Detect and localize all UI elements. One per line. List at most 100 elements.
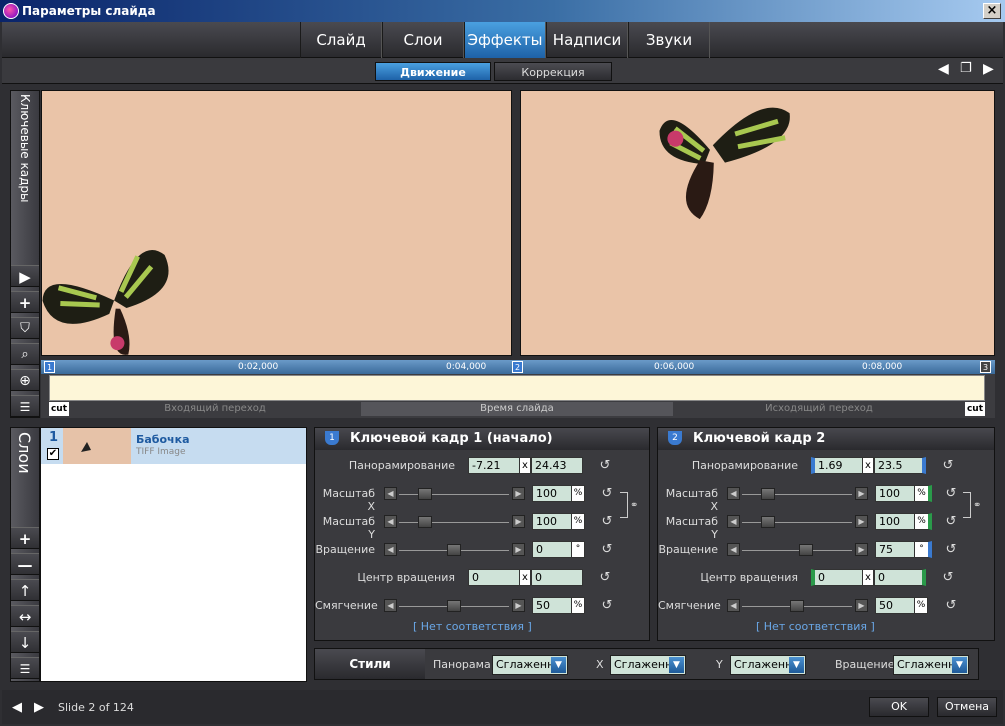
slider-left-icon[interactable]: ◀ — [727, 515, 740, 528]
zoom-frame-icon[interactable]: ⌕ — [11, 343, 39, 365]
scale-y-input[interactable]: 100 — [532, 513, 572, 530]
rotation-thumb[interactable] — [799, 544, 813, 556]
scale-y-thumb[interactable] — [418, 516, 432, 528]
reset-icon[interactable]: ↺ — [944, 543, 958, 557]
tab-effects[interactable]: Эффекты — [464, 22, 546, 58]
remove-layer-icon[interactable]: — — [11, 553, 39, 575]
layer-visible-checkbox[interactable]: ✔ — [47, 448, 59, 460]
center-y-input[interactable]: 0 — [874, 569, 926, 586]
reset-icon[interactable]: ↺ — [944, 599, 958, 613]
slider-right-icon[interactable]: ▶ — [512, 487, 525, 500]
smooth-input[interactable]: 50 — [875, 597, 915, 614]
reset-icon[interactable]: ↺ — [598, 459, 612, 473]
smooth-input[interactable]: 50 — [532, 597, 572, 614]
next-slide-icon[interactable]: ▶ — [34, 700, 44, 715]
reset-icon[interactable]: ↺ — [944, 487, 958, 501]
slider-right-icon[interactable]: ▶ — [512, 515, 525, 528]
slider-left-icon[interactable]: ◀ — [384, 543, 397, 556]
arrow-right-icon[interactable]: ▶ — [983, 62, 994, 76]
reset-icon[interactable]: ↺ — [600, 543, 614, 557]
tab-captions[interactable]: Надписи — [546, 22, 628, 58]
rotation-slider[interactable] — [742, 550, 852, 551]
slider-left-icon[interactable]: ◀ — [727, 487, 740, 500]
chevron-down-icon[interactable]: ▼ — [669, 657, 684, 673]
smooth-thumb[interactable] — [447, 600, 461, 612]
link-scale-icon[interactable]: ⚭ — [973, 500, 981, 511]
close-button[interactable]: × — [983, 3, 1001, 19]
rotation-thumb[interactable] — [447, 544, 461, 556]
edit-layer-icon[interactable]: ☰ — [11, 657, 39, 679]
cut-in-button[interactable]: cut — [49, 402, 69, 416]
tab-layers[interactable]: Слои — [382, 22, 464, 58]
move-up-icon[interactable]: ↑ — [11, 579, 39, 601]
reset-icon[interactable]: ↺ — [941, 459, 955, 473]
pan-y-input[interactable]: 24.43 — [531, 457, 583, 474]
smooth-thumb[interactable] — [790, 600, 804, 612]
window-restore-icon[interactable]: ❐ — [960, 62, 972, 76]
scale-x-thumb[interactable] — [418, 488, 432, 500]
scale-x-slider[interactable] — [742, 494, 852, 495]
scale-x-input[interactable]: 100 — [532, 485, 572, 502]
link-scale-icon[interactable]: ⚭ — [630, 500, 638, 511]
chevron-down-icon[interactable]: ▼ — [952, 657, 967, 673]
add-layer-icon[interactable]: + — [11, 527, 39, 549]
scale-y-slider[interactable] — [399, 522, 509, 523]
add-keyframe-icon[interactable]: + — [11, 291, 39, 313]
slider-right-icon[interactable]: ▶ — [512, 543, 525, 556]
slider-left-icon[interactable]: ◀ — [727, 543, 740, 556]
chevron-down-icon[interactable]: ▼ — [551, 657, 566, 673]
cancel-button[interactable]: Отмена — [937, 697, 997, 717]
reset-icon[interactable]: ↺ — [600, 599, 614, 613]
prev-slide-icon[interactable]: ◀ — [12, 700, 22, 715]
rotation-style-select[interactable]: Сглаженн ▼ — [893, 655, 969, 675]
subtab-motion[interactable]: Движение — [375, 62, 491, 81]
no-match-link[interactable]: [ Нет соответствия ] — [413, 620, 532, 633]
slider-right-icon[interactable]: ▶ — [855, 599, 868, 612]
keyframe-marker-2[interactable]: 2 — [512, 361, 523, 373]
zoom-icon[interactable]: ⊕ — [11, 369, 39, 391]
reset-icon[interactable]: ↺ — [600, 515, 614, 529]
x-style-select[interactable]: Сглаженн ▼ — [610, 655, 686, 675]
play-icon[interactable]: ▶ — [11, 265, 39, 287]
preview-start[interactable] — [41, 90, 512, 356]
scale-y-thumb[interactable] — [761, 516, 775, 528]
tab-sounds[interactable]: Звуки — [628, 22, 710, 58]
chevron-down-icon[interactable]: ▼ — [789, 657, 804, 673]
slider-right-icon[interactable]: ▶ — [855, 515, 868, 528]
slider-left-icon[interactable]: ◀ — [384, 599, 397, 612]
keyframe-marker-1[interactable]: 1 — [44, 361, 55, 373]
preview-end[interactable] — [520, 90, 995, 356]
ok-button[interactable]: OK — [869, 697, 929, 717]
slider-left-icon[interactable]: ◀ — [384, 487, 397, 500]
center-y-input[interactable]: 0 — [531, 569, 583, 586]
pan-style-select[interactable]: Сглаженн ▼ — [492, 655, 568, 675]
pan-y-input[interactable]: 23.5 — [874, 457, 926, 474]
slider-right-icon[interactable]: ▶ — [512, 599, 525, 612]
rotation-input[interactable]: 0 — [532, 541, 572, 558]
scale-y-input[interactable]: 100 — [875, 513, 915, 530]
keyframe-marker-3[interactable]: 3 — [980, 361, 991, 373]
move-down-icon[interactable]: ↓ — [11, 631, 39, 653]
keyframe-tool-icon[interactable]: ⛉ — [11, 317, 39, 339]
edit-list-icon[interactable]: ☰ — [11, 395, 39, 417]
arrow-left-icon[interactable]: ◀ — [938, 62, 949, 76]
tab-slide[interactable]: Слайд — [300, 22, 382, 58]
slider-right-icon[interactable]: ▶ — [855, 487, 868, 500]
slider-left-icon[interactable]: ◀ — [727, 599, 740, 612]
scale-x-slider[interactable] — [399, 494, 509, 495]
timeline-track[interactable] — [49, 375, 985, 401]
center-x-input[interactable]: 0 — [811, 569, 863, 586]
slider-right-icon[interactable]: ▶ — [855, 543, 868, 556]
pan-x-input[interactable]: -7.21 — [468, 457, 520, 474]
cut-out-button[interactable]: cut — [965, 402, 985, 416]
pan-x-input[interactable]: 1.69 — [811, 457, 863, 474]
reset-icon[interactable]: ↺ — [941, 571, 955, 585]
scale-y-slider[interactable] — [742, 522, 852, 523]
reset-icon[interactable]: ↺ — [600, 487, 614, 501]
no-match-link[interactable]: [ Нет соответствия ] — [756, 620, 875, 633]
y-style-select[interactable]: Сглаженн ▼ — [730, 655, 806, 675]
scale-x-input[interactable]: 100 — [875, 485, 915, 502]
swap-icon[interactable]: ↔ — [11, 605, 39, 627]
slider-left-icon[interactable]: ◀ — [384, 515, 397, 528]
rotation-input[interactable]: 75 — [875, 541, 915, 558]
